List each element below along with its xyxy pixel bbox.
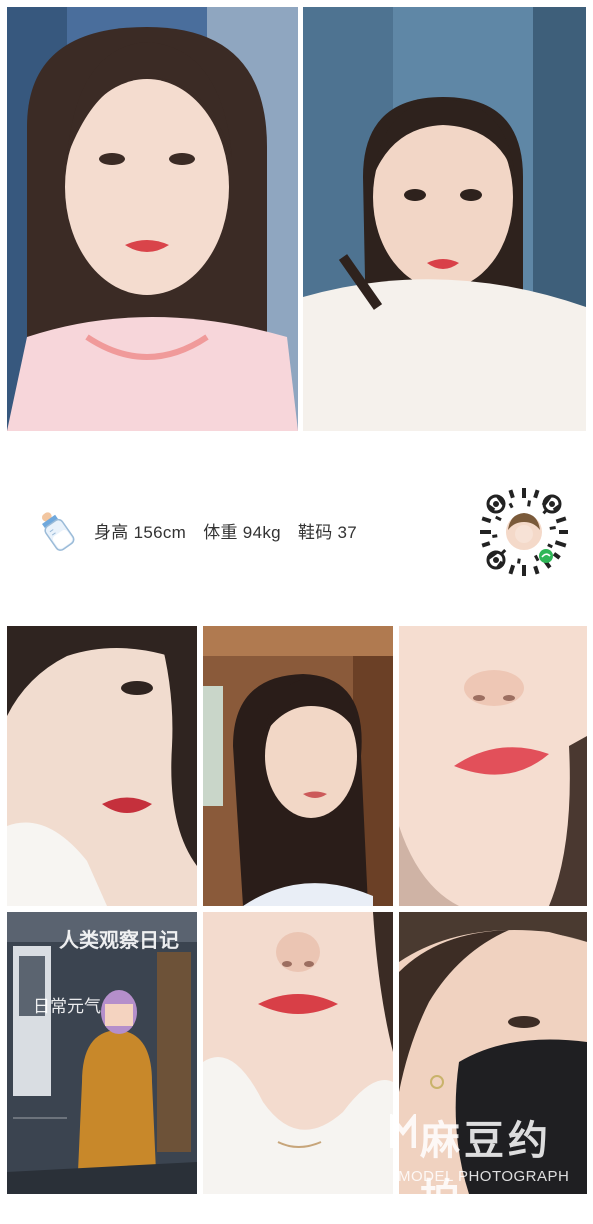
photo-overlay-title: 人类观察日记 bbox=[59, 928, 179, 952]
portrait-photo-4[interactable] bbox=[203, 626, 393, 906]
photo-overlay-subtitle: 日常元气 bbox=[33, 997, 101, 1017]
portrait-photo-2[interactable] bbox=[303, 7, 586, 431]
portrait-photo-6[interactable]: 人类观察日记 日常元气 bbox=[7, 912, 197, 1194]
brand-watermark: 麻豆约拍 MODEL PHOTOGRAPH bbox=[390, 1108, 588, 1222]
qr-code-icon bbox=[480, 488, 568, 576]
portrait-photo-7[interactable] bbox=[203, 912, 393, 1194]
mini-program-qr-code[interactable] bbox=[478, 486, 570, 578]
profile-stats-text: 身高 156cm 体重 94kg 鞋码 37 bbox=[94, 518, 357, 543]
height-stat: 身高 156cm bbox=[94, 522, 187, 542]
profile-stats-row: 身高 156cm 体重 94kg 鞋码 37 bbox=[36, 508, 357, 552]
shoe-size-stat: 鞋码 37 bbox=[297, 522, 358, 542]
baby-bottle-icon bbox=[41, 512, 75, 551]
watermark-brand-en: MODEL PHOTOGRAPH bbox=[398, 1168, 570, 1185]
watermark-brand-cn: 麻豆约拍 bbox=[420, 1118, 552, 1222]
brand-logo-icon bbox=[390, 1114, 416, 1148]
portrait-photo-5[interactable] bbox=[399, 626, 587, 906]
weight-stat: 体重 94kg bbox=[203, 522, 281, 542]
portrait-photo-1[interactable] bbox=[7, 7, 298, 431]
portrait-photo-3[interactable] bbox=[7, 626, 197, 906]
